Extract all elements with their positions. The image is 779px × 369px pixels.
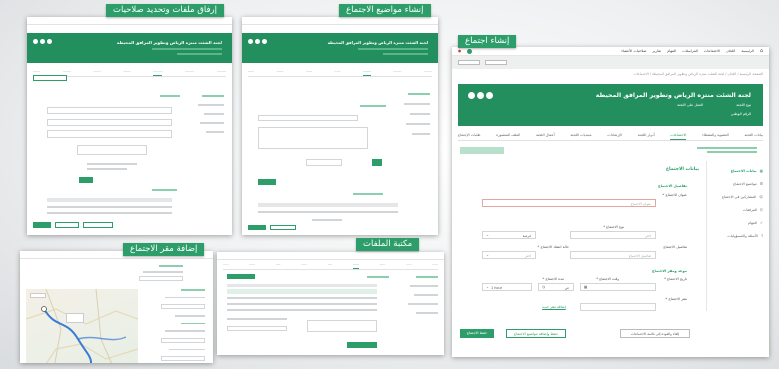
venue-options [145, 289, 205, 361]
breadcrumb: الصفحة الرئيسية / اللجان / لجنة الشئت من… [633, 72, 763, 76]
sidebar-item-questions[interactable]: ? الأسئلة والمسؤوليات [709, 229, 763, 242]
home-icon[interactable]: ⌂ [760, 48, 763, 54]
file-name-input[interactable] [47, 107, 172, 114]
meeting-category-select[interactable]: اختر [570, 231, 656, 239]
tab-roles[interactable]: أدوار اللجنة [638, 133, 655, 140]
screenshot-add-venue [20, 251, 213, 363]
screenshot-create-meeting: ⌂ الرئيسية اللجان الاجتماعات المراسلات ا… [452, 47, 769, 357]
committee-title: لجنة الشئت منتزه الرياض وتطوير المرافق ا… [595, 92, 751, 99]
meeting-sidebar: ▦ بيانات الاجتماع ☰ مواضيع الاجتماع ☺ المشا… [709, 164, 769, 242]
nav-home[interactable]: الرئيسية [741, 49, 753, 53]
meeting-date-input[interactable]: ▦ [580, 283, 656, 291]
committee-title: لجنة الشئت منتزه الرياض وتطوير المرافق ا… [327, 40, 428, 45]
logo-dots [468, 92, 493, 99]
new-meeting-button[interactable] [460, 147, 504, 154]
main-nav: ⌂ الرئيسية اللجان الاجتماعات المراسلات ا… [452, 47, 769, 56]
sidebar-item-participants[interactable]: ☺ المشاركين في الاجتماع [709, 190, 763, 203]
tab-meetings[interactable]: الاجتماعات [670, 133, 687, 140]
file-row[interactable] [227, 289, 377, 294]
add-venue-link[interactable]: إضافة مقر جديد [542, 305, 566, 309]
label-attach-files: إرفاق ملفات وتحديد صلاحيات [106, 4, 225, 17]
time-subheading: موعد ومقر الاجتماع [652, 269, 687, 273]
meeting-start-time[interactable]: ص ◷ [538, 283, 574, 291]
sidebar-item-meeting-data[interactable]: ▦ بيانات الاجتماع [709, 164, 763, 177]
chevron-down-icon: ⌄ [486, 253, 490, 257]
map-info-popup [66, 313, 84, 323]
save-meeting-button[interactable]: حفظ الاجتماع [460, 329, 494, 338]
committee-meta-type: نوع اللجنة [736, 103, 751, 107]
committee-title: لجنة الشئت منتزه الرياض وتطوير المرافق ا… [116, 40, 222, 45]
cancel-button[interactable]: إلغاء والعودة إلى قائمة الاجتماعات [620, 329, 690, 338]
user-avatar[interactable] [467, 48, 473, 54]
users-icon: ☺ [759, 194, 763, 199]
screenshot-create-topics: لجنة الشئت منتزه الرياض وتطوير المرافق ا… [242, 17, 438, 235]
details-subheading: تفاصيل الاجتماع [658, 184, 687, 188]
sidebar-item-tasks[interactable]: ✓ المهام [709, 216, 763, 229]
meeting-status-select[interactable]: اختر ⌄ [482, 251, 536, 259]
sub-toolbar [452, 56, 769, 69]
add-file-button[interactable] [33, 75, 67, 81]
clock-icon: ◷ [542, 285, 546, 289]
meeting-duration-select[interactable]: 1 hour ⌄ [482, 283, 532, 291]
map-routes [26, 289, 138, 363]
meeting-title-input[interactable]: عنوان الاجتماع [482, 199, 656, 207]
label-library: مكتبة الملفات [356, 238, 420, 251]
label-create-meeting: إنشاء اجتماع [458, 35, 517, 48]
nav-meetings[interactable]: الاجتماعات [704, 49, 720, 53]
save-and-add-topics-button[interactable]: حفظ وإضافة مواضيع الاجتماع [506, 329, 566, 338]
upload-area[interactable] [77, 145, 147, 155]
nav-committees[interactable]: اللجان [726, 49, 735, 53]
tab-work[interactable]: أعمال اللجنة [536, 133, 555, 140]
nav-tasks[interactable]: المهام [667, 49, 676, 53]
tab-requests[interactable]: طلبات الإجتماع [458, 133, 480, 140]
chevron-down-icon: ⌄ [486, 285, 490, 289]
toolbar-button-2[interactable] [485, 60, 507, 65]
meeting-type-select[interactable]: فرعية ⌄ [482, 231, 536, 239]
nav-reports[interactable]: تقارير [652, 49, 661, 53]
screenshot-library: ------ ------ ------ ------ ----- ------ -----… [217, 252, 444, 355]
add-topic-button[interactable] [258, 179, 276, 185]
top-nav [27, 17, 232, 25]
map-type-control[interactable] [30, 293, 46, 298]
attach-button[interactable] [79, 177, 93, 183]
label-add-venue: إضافة مقر الاجتماع [123, 243, 205, 256]
meeting-venue-input[interactable] [580, 303, 656, 311]
tab-published[interactable]: الملف المنشورة [496, 133, 520, 140]
screenshot-attach-files: لجنة الشئت منتزه الرياض وتطوير المرافق ا… [27, 17, 232, 235]
chevron-down-icon: ⌄ [486, 233, 490, 237]
tab-membership[interactable]: العضوية والنشطاء [702, 133, 729, 140]
check-icon: ✓ [759, 220, 763, 225]
nav-correspondence[interactable]: المراسلات [682, 49, 698, 53]
notification-icon[interactable]: ● [458, 49, 461, 53]
committee-meta-number: الرقم الوطني [730, 112, 751, 116]
calendar-icon: ▦ [584, 285, 588, 289]
venue-map[interactable] [26, 289, 138, 363]
paperclip-icon: ⎘ [760, 207, 763, 212]
tab-committee-data[interactable]: بيانات اللجنة [744, 133, 762, 140]
nav-permissions[interactable]: صلاحيات الأعضاء [621, 49, 646, 53]
committee-meta-work: العمل على اللجنة [677, 103, 703, 107]
committee-banner: لجنة الشئت منتزه الرياض وتطوير المرافق ا… [458, 84, 763, 126]
toolbar-button-1[interactable] [458, 60, 480, 65]
committee-tabs: بيانات اللجنة العضوية والنشطاء الاجتماعا… [458, 133, 763, 141]
label-create-topics: إنشاء مواضيع الاجتماع [339, 4, 431, 17]
question-icon: ? [761, 233, 763, 238]
committee-banner: لجنة الشئت منتزه الرياض وتطوير المرافق ا… [27, 33, 232, 63]
calendar-icon: ▦ [759, 168, 763, 173]
topic-input[interactable] [258, 115, 358, 121]
sidebar-item-topics[interactable]: ☰ مواضيع الاجتماع [709, 177, 763, 190]
sidebar-item-attachments[interactable]: ⎘ المرفقات [709, 203, 763, 216]
meeting-details-input[interactable]: تفاصيل الاجتماع [570, 251, 656, 259]
section-title: بيانات الاجتماع [665, 167, 699, 172]
list-icon: ☰ [759, 181, 763, 186]
tab-initiatives[interactable]: مبتديات اللجنة [570, 133, 591, 140]
tab-guidelines[interactable]: الإرشادات [607, 133, 622, 140]
